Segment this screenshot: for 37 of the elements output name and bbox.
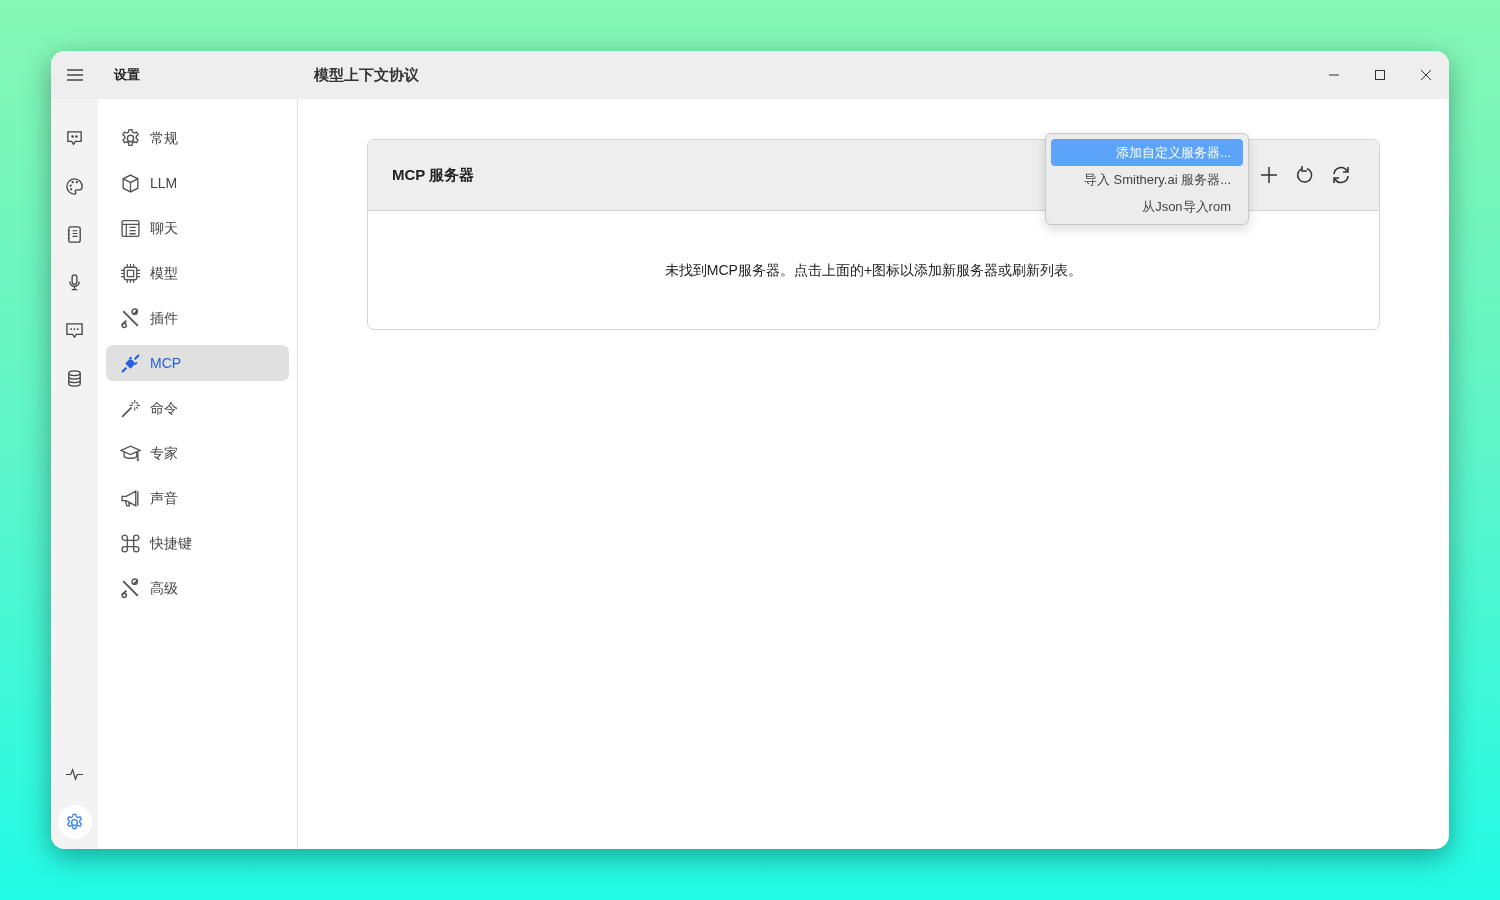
cube-icon	[120, 172, 141, 194]
chat-dots-icon	[65, 320, 84, 340]
palette-icon	[65, 176, 84, 196]
sidebar-item[interactable]: 快捷键	[106, 525, 289, 561]
chip-icon	[120, 262, 141, 284]
close-icon	[1420, 69, 1432, 81]
gear-icon	[120, 127, 141, 149]
sidebar-item[interactable]: 聊天	[106, 210, 289, 246]
sidebar-item[interactable]: 高级	[106, 570, 289, 606]
sidebar-item[interactable]: MCP	[106, 345, 289, 381]
graduation-cap-icon	[120, 442, 141, 464]
sidebar-item[interactable]: 模型	[106, 255, 289, 291]
sidebar-title: 设置	[113, 66, 141, 85]
sidebar-item[interactable]: 常规	[106, 120, 289, 156]
sidebar-item[interactable]: 专家	[106, 435, 289, 471]
tools-icon	[120, 577, 141, 599]
menu-item[interactable]: 导入 Smithery.ai 服务器...	[1051, 166, 1243, 193]
database-icon	[65, 368, 84, 388]
sidebar-item[interactable]: 命令	[106, 390, 289, 426]
empty-message: 未找到MCP服务器。点击上面的+图标以添加新服务器或刷新列表。	[664, 260, 1083, 280]
command-key-icon	[120, 532, 141, 554]
chat-quote-icon	[65, 128, 84, 148]
wand-icon	[120, 397, 141, 419]
window-title: 模型上下文协议	[312, 64, 420, 85]
megaphone-icon	[120, 487, 141, 509]
notebook-icon	[65, 224, 84, 244]
panel-title: MCP 服务器	[392, 164, 475, 185]
maximize-icon	[1374, 69, 1386, 81]
layout-icon	[120, 217, 141, 239]
menu-item[interactable]: 从Json导入rom	[1051, 193, 1243, 220]
sidebar-item[interactable]: LLM	[106, 165, 289, 201]
gear-rail-button[interactable]	[57, 805, 92, 839]
tools-icon	[120, 307, 141, 329]
gear-icon	[65, 812, 84, 832]
plug-icon	[120, 352, 141, 374]
sidebar-item[interactable]: 插件	[106, 300, 289, 336]
sidebar-item[interactable]: 声音	[106, 480, 289, 516]
